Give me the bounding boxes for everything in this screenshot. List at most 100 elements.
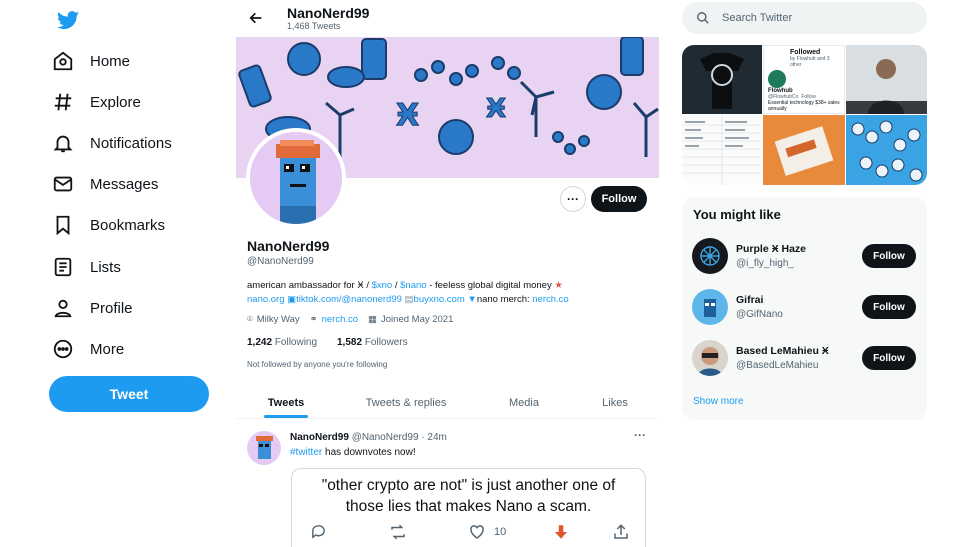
- suggestion-avatar[interactable]: [692, 289, 728, 325]
- envelope-icon: [53, 176, 73, 192]
- profile-joined: Joined May 2021: [381, 314, 454, 325]
- suggestion-follow-button[interactable]: Follow: [862, 295, 916, 319]
- tab-media-label: Media: [509, 397, 539, 409]
- tv-emoji-icon: ▣: [287, 294, 297, 305]
- suggestion-handle[interactable]: @i_fly_high_: [736, 258, 794, 269]
- receipt-emoji-icon: ▤: [404, 294, 414, 305]
- nav-profile[interactable]: Profile: [52, 288, 133, 328]
- mosaic-tile-bitcoin[interactable]: [763, 115, 845, 185]
- bookmark-icon: [56, 215, 70, 236]
- tweet-avatar[interactable]: [247, 431, 281, 465]
- location-icon: ⌾: [247, 314, 253, 325]
- you-might-like-panel: You might like Purple Ӿ Haze @i_fly_high…: [682, 197, 927, 420]
- tweet-more-icon[interactable]: ···: [634, 428, 646, 442]
- mosaic-tile-followed[interactable]: Followed by Flowhub and 3 other Flowhub …: [763, 45, 845, 114]
- tweet-hashtag[interactable]: #twitter: [290, 447, 322, 458]
- bio-sep: /: [392, 280, 401, 291]
- mosaic-tile-nano-pattern[interactable]: [846, 115, 927, 185]
- tweet-author-handle[interactable]: @NanoNerd99: [352, 432, 419, 443]
- list-icon: [54, 257, 72, 277]
- suggestion-name[interactable]: Gifrai: [736, 294, 763, 306]
- more-options-button[interactable]: ···: [560, 186, 586, 212]
- suggestion-name[interactable]: Purple Ӿ Haze: [736, 243, 806, 255]
- nav-bookmarks-label: Bookmarks: [90, 216, 166, 234]
- tweet-author-name[interactable]: NanoNerd99: [290, 432, 349, 443]
- nav-messages[interactable]: Messages: [52, 164, 158, 204]
- twitter-logo-icon[interactable]: [56, 8, 80, 32]
- suggestion-follow-button[interactable]: Follow: [862, 244, 916, 268]
- bio-tag-nano[interactable]: $nano: [400, 280, 426, 291]
- bio-merch-text: nano merch:: [476, 294, 533, 305]
- suggestion-name[interactable]: Based LeMahieu Ӿ: [736, 345, 829, 357]
- svg-text:Ӿ: Ӿ: [486, 94, 506, 124]
- nav-more-label: More: [90, 340, 125, 358]
- bio-prefix: american ambassador for Ӿ /: [247, 280, 372, 291]
- person-icon: [54, 299, 72, 318]
- nav-explore[interactable]: Explore: [52, 82, 141, 122]
- tab-tweets-replies[interactable]: Tweets & replies: [346, 388, 466, 418]
- reply-icon[interactable]: [310, 523, 327, 545]
- shirt-emoji-icon: ▼: [467, 294, 477, 305]
- you-might-like-title: You might like: [693, 207, 781, 222]
- profile-handle: @NanoNerd99: [247, 256, 314, 267]
- bio-tag-xno[interactable]: $xno: [372, 280, 393, 291]
- show-more-link[interactable]: Show more: [693, 396, 744, 407]
- share-icon[interactable]: [612, 523, 630, 546]
- more-circle-icon: [53, 339, 73, 359]
- retweet-icon[interactable]: [389, 523, 407, 546]
- media-mosaic[interactable]: Followed by Flowhub and 3 other Flowhub …: [682, 45, 927, 185]
- bio-link-buyxno[interactable]: buyxno.com: [414, 294, 465, 305]
- back-arrow-icon[interactable]: [248, 10, 264, 26]
- nav-lists[interactable]: Lists: [52, 247, 121, 287]
- mosaic-tile-shirt[interactable]: [682, 45, 762, 114]
- like-icon[interactable]: [468, 523, 486, 546]
- tab-tweets-replies-label: Tweets & replies: [365, 397, 447, 409]
- search-box[interactable]: Search Twitter: [682, 2, 927, 34]
- bio-link-nerch[interactable]: nerch.co: [532, 294, 568, 305]
- suggestion-avatar[interactable]: [692, 238, 728, 274]
- header-name: NanoNerd99: [287, 5, 370, 21]
- hashtag-icon: [54, 93, 72, 111]
- followers-link[interactable]: 1,582 Followers: [337, 337, 408, 348]
- tab-likes[interactable]: Likes: [580, 388, 650, 418]
- star-emoji-icon: ★: [554, 280, 563, 291]
- downvote-icon[interactable]: [552, 523, 570, 546]
- bell-icon: [53, 135, 73, 153]
- nav-more[interactable]: More: [52, 329, 124, 369]
- profile-avatar[interactable]: [246, 128, 346, 228]
- following-link[interactable]: 1,242 Following: [247, 337, 317, 348]
- profile-location: Milky Way: [256, 314, 300, 325]
- profile-follow-button[interactable]: Follow: [591, 186, 647, 212]
- nav-home[interactable]: Home: [52, 41, 130, 81]
- svg-text:Ӿ: Ӿ: [396, 98, 419, 133]
- profile-column: NanoNerd99 1,468 Tweets Ӿ Ӿ ··· Follow N…: [236, 0, 659, 547]
- nav-profile-label: Profile: [90, 299, 133, 317]
- suggestion-avatar[interactable]: [692, 340, 728, 376]
- more-dots-icon: ···: [567, 192, 579, 206]
- tweet-header: NanoNerd99 @NanoNerd99 · 24m: [290, 432, 447, 443]
- mosaic-tile-sheet[interactable]: [682, 115, 762, 185]
- link-icon: ⚭: [309, 314, 318, 325]
- profile-meta: ⌾ Milky Way ⚭ nerch.co ▦ Joined May 2021: [247, 314, 453, 325]
- profile-name: NanoNerd99: [247, 238, 330, 254]
- tweet-button[interactable]: Tweet: [49, 376, 209, 412]
- nav-bookmarks[interactable]: Bookmarks: [52, 205, 165, 245]
- followers-label: Followers: [364, 337, 408, 348]
- bio-link-nano-org[interactable]: nano.org: [247, 294, 285, 305]
- nav-explore-label: Explore: [90, 93, 141, 111]
- bio-link-tiktok[interactable]: tiktok.com/@nanonerd99: [296, 294, 402, 305]
- suggestion-handle[interactable]: @GifNano: [736, 309, 783, 320]
- tab-media[interactable]: Media: [486, 388, 562, 418]
- suggestion-handle[interactable]: @BasedLeMahieu: [736, 360, 818, 371]
- search-placeholder: Search Twitter: [722, 12, 793, 24]
- tweet-text: #twitter has downvotes now!: [290, 447, 416, 458]
- home-icon: [53, 51, 73, 71]
- tab-tweets[interactable]: Tweets: [236, 388, 336, 418]
- profile-bio: american ambassador for Ӿ / $xno / $nano…: [247, 279, 652, 307]
- flowhub-desc: Essential technology $38+ sales annually: [768, 100, 840, 112]
- nav-notifications[interactable]: Notifications: [52, 123, 172, 163]
- profile-website[interactable]: nerch.co: [322, 314, 358, 325]
- suggestion-follow-button[interactable]: Follow: [862, 346, 916, 370]
- tweet-time[interactable]: · 24m: [421, 432, 447, 443]
- mosaic-tile-person[interactable]: [846, 45, 927, 114]
